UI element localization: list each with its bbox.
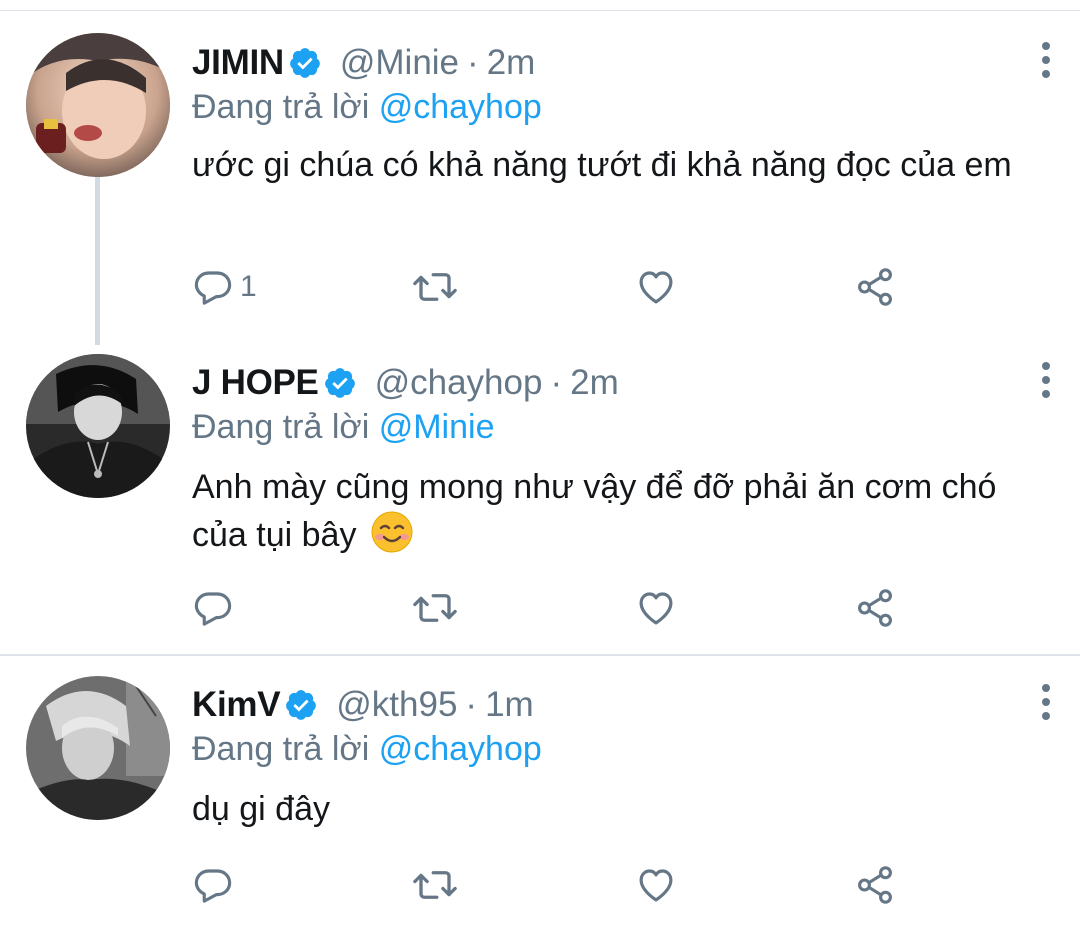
replying-to-label: Đang trả lời [192,88,370,126]
replying-to: Đang trả lời @Minie [192,408,494,447]
display-name[interactable]: KimV [192,685,281,725]
tweet-text: Anh mày cũng mong như vậy để đỡ phải ăn … [192,468,997,554]
reply-icon [194,869,232,903]
display-name[interactable]: JIMIN [192,43,284,83]
verified-badge-icon [288,46,322,80]
tweet-text: dụ gi đây [192,790,330,828]
replying-to-mention[interactable]: @chayhop [379,88,542,126]
retweet-button[interactable] [412,862,458,908]
retweet-button[interactable] [412,264,458,310]
action-bar: 1 [192,264,912,310]
replying-to: Đang trả lời @chayhop [192,88,542,127]
more-options-icon[interactable] [1036,682,1056,722]
smiling-face-emoji [370,510,414,554]
reply-button[interactable] [192,585,240,631]
thread-connector-line [95,175,100,345]
share-icon [858,268,892,306]
tweet-divider [0,654,1080,656]
avatar-jimin[interactable] [26,33,170,177]
share-icon [858,589,892,627]
separator-dot: · [467,43,479,82]
top-divider [0,10,1080,11]
user-handle[interactable]: @chayhop [375,363,543,403]
replying-to: Đang trả lời @chayhop [192,730,542,769]
tweet-text-wrapper: Anh mày cũng mong như vậy để đỡ phải ăn … [192,464,1022,558]
tweet-header: KimV @kth95 · 1m [192,680,534,730]
retweet-button[interactable] [412,585,458,631]
like-button[interactable] [634,264,678,310]
reply-count: 1 [240,270,257,303]
separator-dot: · [550,363,563,402]
reply-button[interactable]: 1 [192,264,257,310]
share-icon [858,866,892,904]
tweet-header: JIMIN @Minie · 2m [192,38,535,88]
retweet-icon [413,594,457,622]
replying-to-mention[interactable]: @chayhop [379,730,542,768]
verified-badge-icon [284,688,318,722]
retweet-icon [413,871,457,899]
share-button[interactable] [854,264,896,310]
share-button[interactable] [854,585,896,631]
like-icon [639,869,673,902]
timestamp[interactable]: 1m [485,685,534,725]
reply-button[interactable] [192,862,240,908]
like-button[interactable] [634,585,678,631]
like-icon [639,271,673,304]
timestamp[interactable]: 2m [570,363,619,403]
more-options-icon[interactable] [1036,40,1056,80]
timestamp[interactable]: 2m [487,43,536,83]
reply-icon [194,592,232,626]
tweet-text: ước gi chúa có khả năng tướt đi khả năng… [192,146,1012,184]
retweet-icon [413,273,457,301]
verified-badge-icon [323,366,357,400]
reply-icon [194,271,232,305]
avatar-kimv[interactable] [26,676,170,820]
like-button[interactable] [634,862,678,908]
tweet-header: J HOPE @chayhop · 2m [192,358,619,408]
action-bar [192,862,912,908]
share-button[interactable] [854,862,896,908]
action-bar [192,585,912,631]
display-name[interactable]: J HOPE [192,363,319,403]
user-handle[interactable]: @Minie [340,43,459,83]
more-options-icon[interactable] [1036,360,1056,400]
replying-to-label: Đang trả lời [192,730,370,768]
replying-to-label: Đang trả lời [192,408,370,446]
user-handle[interactable]: @kth95 [336,685,457,725]
like-icon [639,592,673,625]
avatar-jhope[interactable] [26,354,170,498]
separator-dot: · [465,685,478,724]
replying-to-mention[interactable]: @Minie [379,408,495,446]
